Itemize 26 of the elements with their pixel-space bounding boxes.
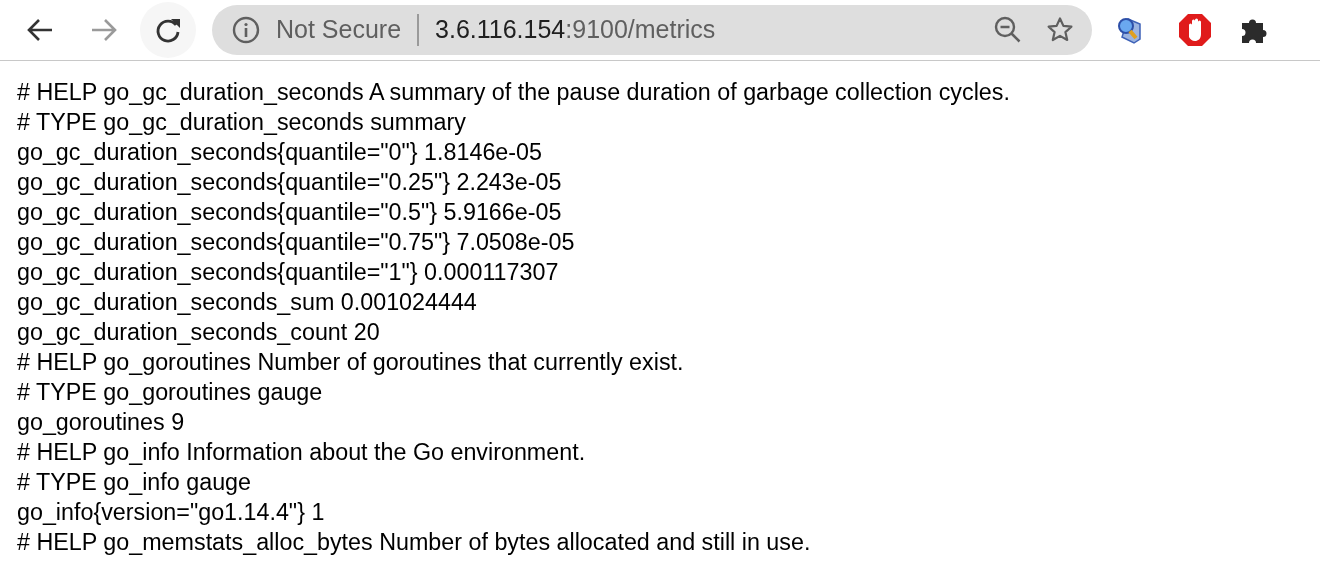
security-label: Not Secure	[276, 14, 402, 46]
star-icon[interactable]	[1046, 16, 1074, 44]
metric-line: go_gc_duration_seconds{quantile="0"} 1.8146e-05	[17, 138, 543, 167]
metric-line: go_gc_duration_seconds{quantile="0.75"} 7.0508e-05	[17, 228, 576, 257]
comment-line: # HELP go_info Information about the Go environment.	[17, 438, 587, 467]
metric-line: go_gc_duration_seconds{quantile="0.5"} 5.9166e-05	[17, 198, 563, 227]
comment-line: # HELP go_gc_duration_seconds A summary of the pause duration of garbage collection cycles.	[17, 78, 1011, 107]
metric-line: go_goroutines 9	[17, 408, 186, 437]
metric-line: go_info{version="go1.14.4"} 1	[17, 498, 326, 527]
info-icon	[232, 16, 260, 44]
reload-icon	[154, 16, 182, 44]
metric-line: go_gc_duration_seconds_count 20	[17, 318, 381, 347]
comment-line: # TYPE go_info gauge	[17, 468, 252, 497]
comment-line: # HELP go_goroutines Number of goroutines that currently exist.	[17, 348, 685, 377]
comment-line: # TYPE go_goroutines gauge	[17, 378, 324, 407]
metric-line: go_gc_duration_seconds{quantile="0.25"} 2.243e-05	[17, 168, 563, 197]
metric-line: go_gc_duration_seconds_sum 0.001024444	[17, 288, 478, 317]
metric-line: go_gc_duration_seconds{quantile="1"} 0.000117307	[17, 258, 560, 287]
stop-hand-icon[interactable]	[1178, 13, 1212, 47]
zoom-out-icon[interactable]	[994, 16, 1022, 44]
comment-line: # HELP go_memstats_alloc_bytes Number of bytes allocated and still in use.	[17, 528, 812, 557]
address-bar[interactable]: Not Secure 3.6.116.154:9100/metrics	[212, 5, 1092, 55]
comment-line: # TYPE go_gc_duration_seconds summary	[17, 108, 467, 137]
forward-arrow-icon	[90, 18, 118, 42]
back-arrow-icon	[26, 18, 54, 42]
url-text: 3.6.116.154:9100/metrics	[435, 14, 716, 46]
